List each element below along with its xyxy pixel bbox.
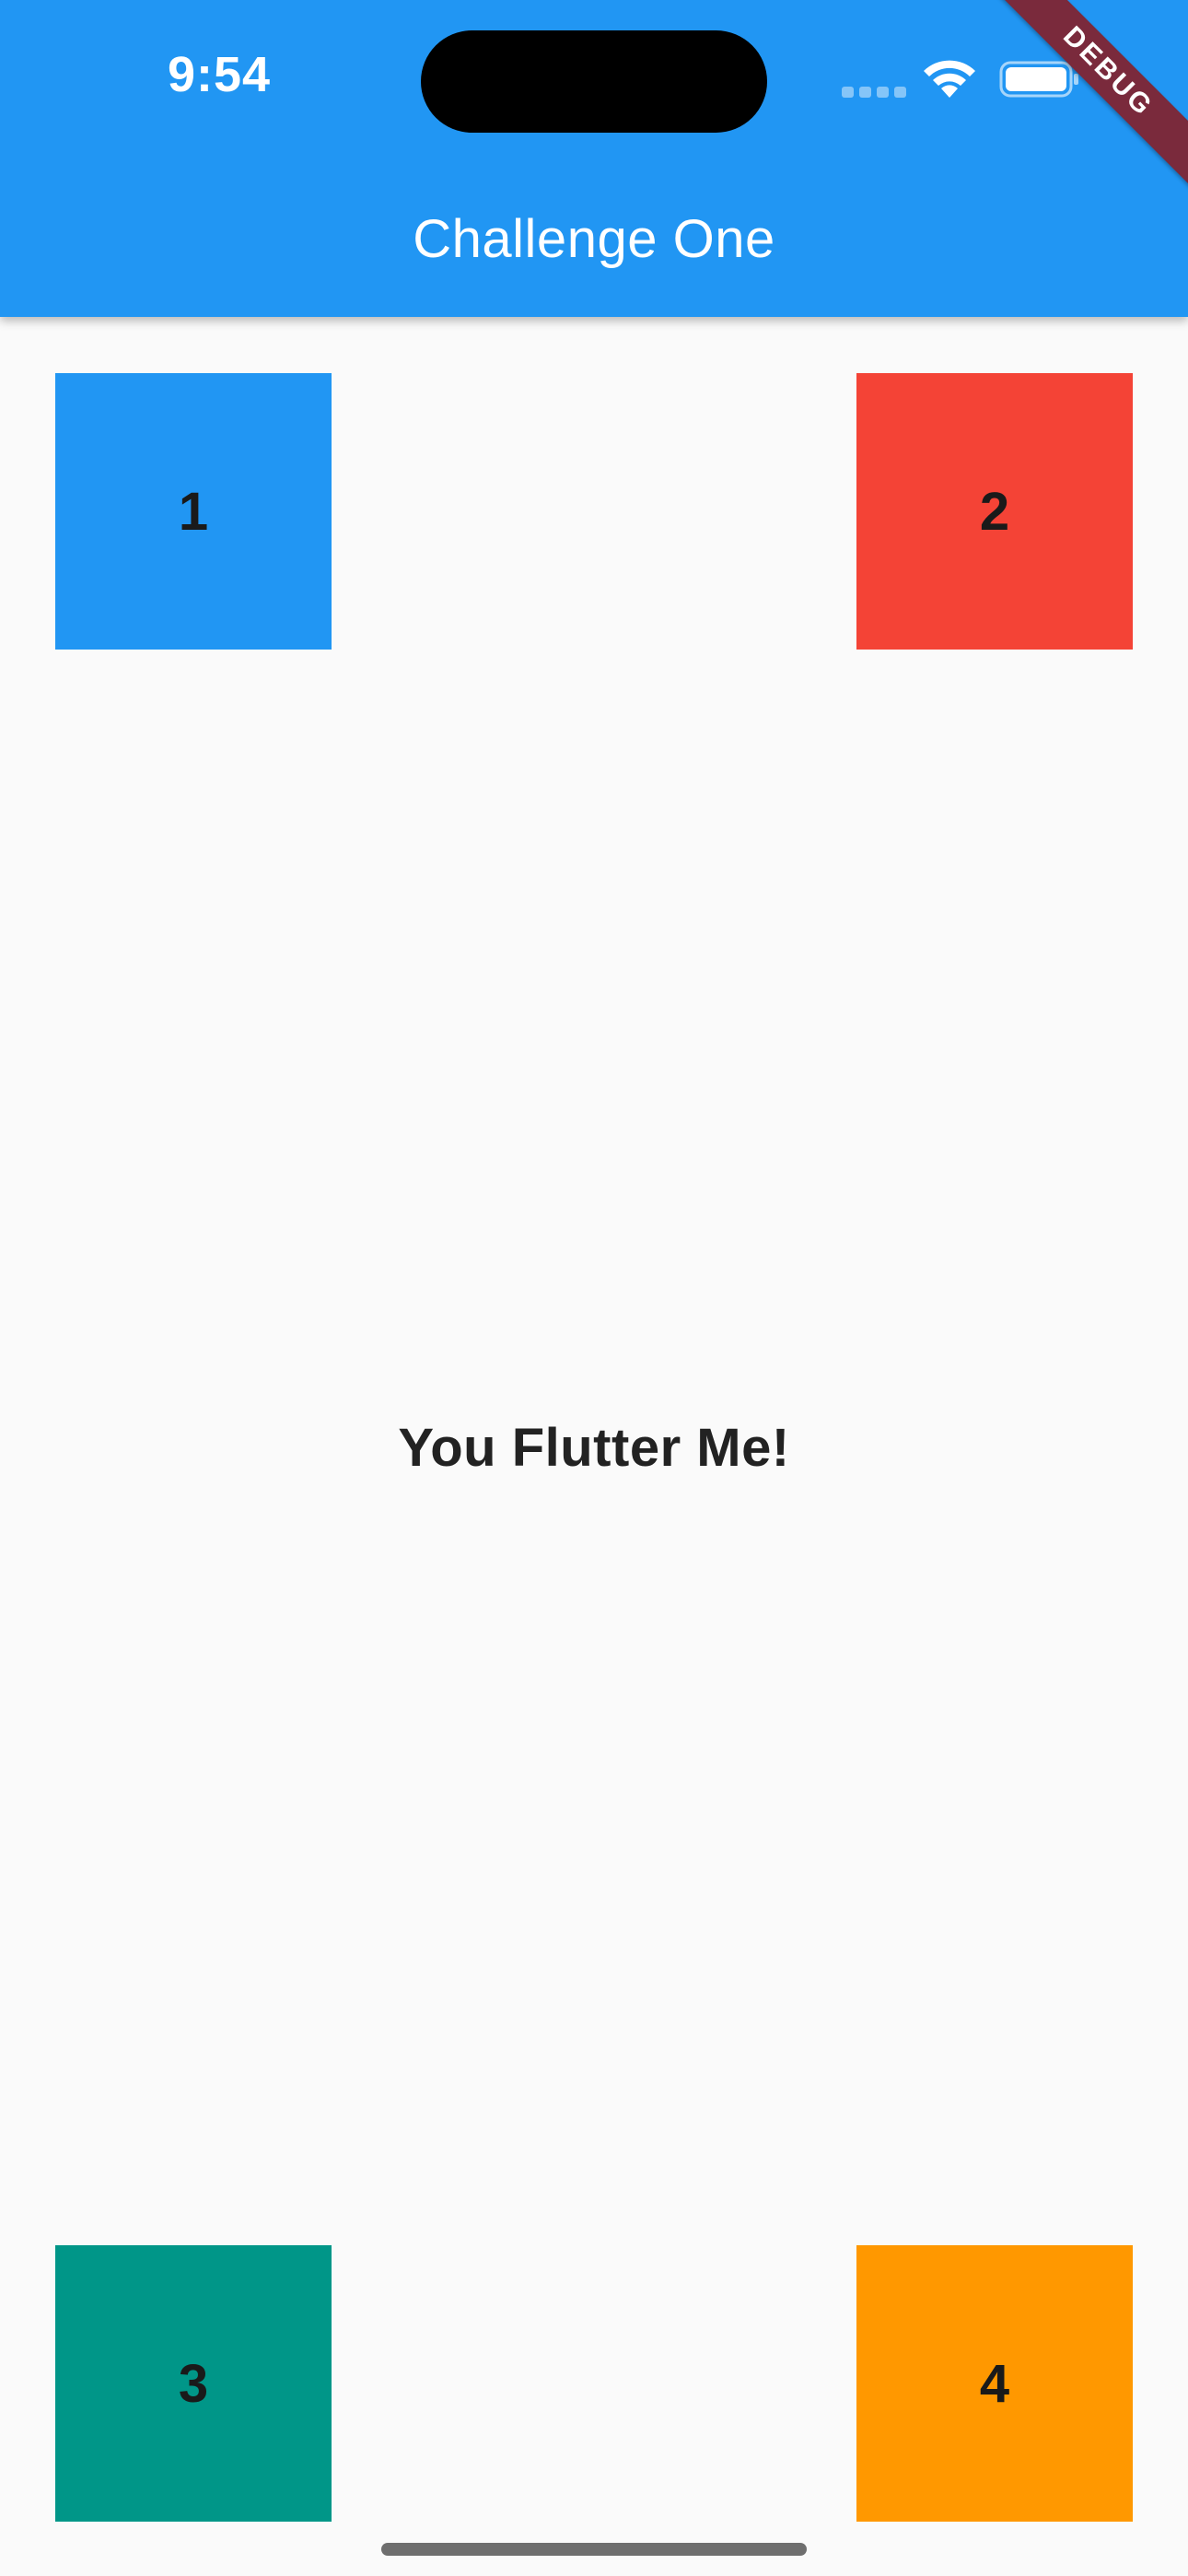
debug-banner: DEBUG [985, 0, 1188, 203]
box-1-label: 1 [178, 481, 209, 542]
status-time: 9:54 [168, 47, 272, 102]
box-4-label: 4 [979, 2353, 1010, 2414]
home-indicator[interactable] [381, 2543, 807, 2556]
box-3: 3 [55, 2245, 332, 2522]
page-title: Challenge One [413, 209, 775, 269]
dynamic-island [421, 30, 767, 133]
box-2-label: 2 [979, 481, 1010, 542]
cellular-signal-icon [842, 87, 906, 98]
box-2: 2 [856, 373, 1133, 650]
center-message: You Flutter Me! [398, 1418, 790, 1478]
box-4: 4 [856, 2245, 1133, 2522]
box-1: 1 [55, 373, 332, 650]
wifi-icon [924, 60, 975, 98]
box-3-label: 3 [178, 2353, 209, 2414]
debug-banner-label: DEBUG [985, 0, 1188, 195]
